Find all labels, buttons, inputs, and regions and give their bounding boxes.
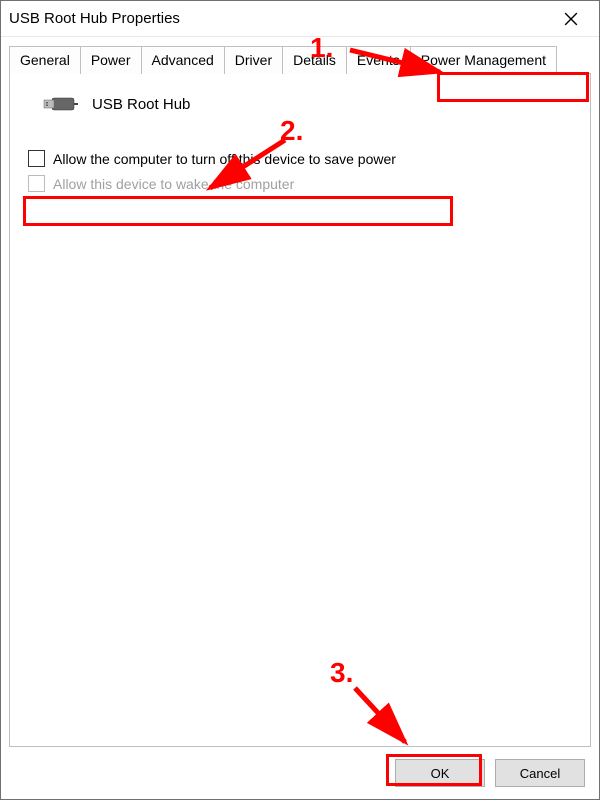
tab-advanced[interactable]: Advanced bbox=[141, 46, 225, 74]
checkbox-wake bbox=[28, 175, 45, 192]
tab-power[interactable]: Power bbox=[80, 46, 142, 74]
checkbox-turnoff-label: Allow the computer to turn off this devi… bbox=[53, 151, 396, 167]
titlebar: USB Root Hub Properties bbox=[1, 1, 599, 37]
tabbar: General Power Advanced Driver Details Ev… bbox=[9, 45, 591, 74]
checkbox-row-turnoff: Allow the computer to turn off this devi… bbox=[28, 150, 572, 167]
tab-power-management[interactable]: Power Management bbox=[410, 46, 557, 74]
buttonbar: OK Cancel bbox=[1, 747, 599, 799]
close-icon bbox=[564, 12, 578, 26]
cancel-button[interactable]: Cancel bbox=[495, 759, 585, 787]
checkbox-wake-label: Allow this device to wake the computer bbox=[53, 176, 294, 192]
checkbox-turnoff[interactable] bbox=[28, 150, 45, 167]
ok-button[interactable]: OK bbox=[395, 759, 485, 787]
tab-events[interactable]: Events bbox=[346, 46, 411, 74]
usb-hub-icon bbox=[42, 92, 78, 116]
tab-driver[interactable]: Driver bbox=[224, 46, 283, 74]
tab-content: USB Root Hub Allow the computer to turn … bbox=[9, 74, 591, 747]
close-button[interactable] bbox=[551, 3, 591, 35]
tab-general[interactable]: General bbox=[9, 46, 81, 74]
checkbox-row-wake: Allow this device to wake the computer bbox=[28, 175, 572, 192]
tab-details[interactable]: Details bbox=[282, 46, 347, 74]
window-title: USB Root Hub Properties bbox=[9, 10, 551, 27]
device-name: USB Root Hub bbox=[92, 96, 190, 113]
properties-window: USB Root Hub Properties General Power Ad… bbox=[0, 0, 600, 800]
device-row: USB Root Hub bbox=[42, 92, 572, 116]
